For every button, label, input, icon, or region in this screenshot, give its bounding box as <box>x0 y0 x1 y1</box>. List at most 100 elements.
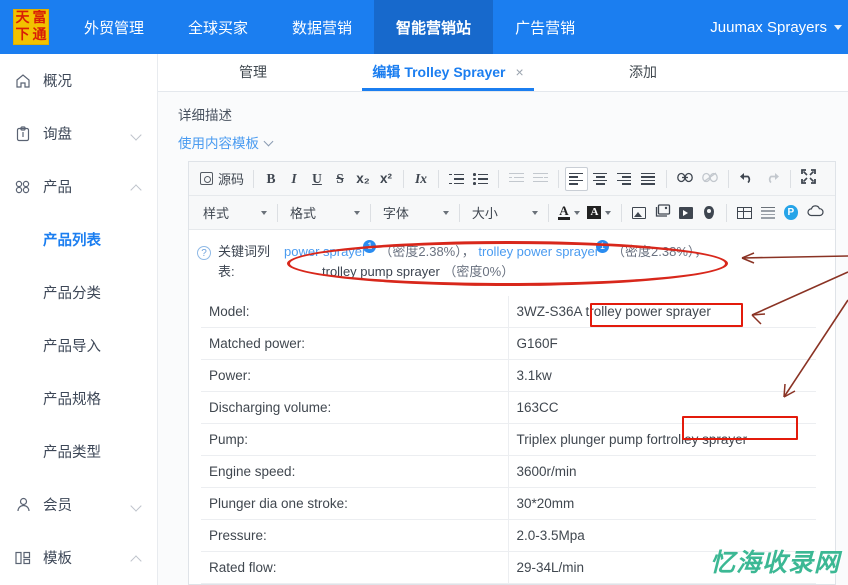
italic-button[interactable]: I <box>283 167 305 191</box>
text-color-button[interactable]: A <box>555 201 583 225</box>
keyword-list-area: ? 关键词列 表: power sprayer1 （密度2.38%）， troll… <box>189 230 835 292</box>
table-row: Plunger dia one stroke: 30*20mm <box>201 487 816 520</box>
keyword-term-trolley-power-sprayer[interactable]: trolley power sprayer <box>478 244 599 259</box>
spec-key: Discharging volume: <box>201 391 509 424</box>
insert-gallery-button[interactable] <box>651 201 674 225</box>
align-left-button[interactable] <box>565 166 589 191</box>
font-dropdown[interactable]: 字体 <box>377 201 453 225</box>
insert-table-button[interactable] <box>733 201 755 225</box>
fullscreen-button[interactable] <box>797 167 820 191</box>
size-dropdown[interactable]: 大小 <box>466 201 542 225</box>
sidebar-subitem-product-spec[interactable]: 产品规格 <box>0 372 157 425</box>
ordered-list-button[interactable] <box>445 167 468 191</box>
toolbar-separator <box>277 203 278 222</box>
sidebar-item-inquiry[interactable]: 询盘 <box>0 107 157 160</box>
tab-manage[interactable]: 管理 <box>158 53 348 91</box>
tab-edit-trolley-sprayer[interactable]: 编辑 Trolley Sprayer × <box>348 53 548 91</box>
spec-value: 3.1kw <box>508 359 816 392</box>
sidebar-item-label: 询盘 <box>43 127 72 143</box>
keyword-term-trolley-pump-sprayer[interactable]: trolley pump sprayer <box>322 264 440 279</box>
page-button[interactable]: P <box>780 201 802 225</box>
table-row: Rated flow: 29-34L/min <box>201 551 816 584</box>
chevron-down-icon <box>132 130 143 137</box>
outdent-icon <box>509 172 525 185</box>
spec-key: Engine speed: <box>201 455 509 488</box>
size-dropdown-label: 大小 <box>471 206 498 221</box>
chevron-down-icon <box>834 24 842 30</box>
app-root: 天 富 下 通 外贸管理 全球买家 数据营销 智能营销站 广告营销 Juumax… <box>0 0 848 585</box>
help-icon[interactable]: ? <box>197 246 211 260</box>
clipboard-icon <box>12 125 34 142</box>
chevron-down-icon <box>605 210 612 215</box>
redo-icon <box>764 170 780 187</box>
close-icon[interactable]: × <box>515 64 523 80</box>
spec-value: G160F <box>508 327 816 360</box>
keyword-badge: 1 <box>363 240 377 253</box>
insert-map-button[interactable] <box>698 201 720 225</box>
spec-value: 3WZ-S36A trolley power sprayer <box>508 296 816 328</box>
spec-value: 30*20mm <box>508 487 816 520</box>
format-dropdown[interactable]: 格式 <box>284 201 364 225</box>
nav-item-foreign-trade[interactable]: 外贸管理 <box>62 0 166 54</box>
insert-image-button[interactable] <box>628 201 650 225</box>
use-content-template-link[interactable]: 使用内容模板 <box>178 132 273 152</box>
underline-button[interactable]: U <box>306 167 328 191</box>
background-color-button[interactable]: A <box>584 201 615 225</box>
table-row: Discharging volume: 163CC <box>201 391 816 424</box>
subscript-button[interactable]: x₂ <box>352 167 374 191</box>
sidebar-item-overview[interactable]: 概况 <box>0 54 157 107</box>
align-right-button[interactable] <box>613 167 636 191</box>
undo-button[interactable] <box>735 167 759 191</box>
sidebar-item-product[interactable]: 产品 <box>0 160 157 213</box>
link-button[interactable] <box>673 167 697 191</box>
editor-toolbar-row-1: 源码 B I U S x₂ x² Ix <box>189 162 835 196</box>
sidebar-subitem-product-list[interactable]: 产品列表 <box>0 213 157 266</box>
spec-key: Model: <box>201 296 509 328</box>
redo-button[interactable] <box>760 167 784 191</box>
strikethrough-button[interactable]: S <box>329 167 351 191</box>
outdent-button[interactable] <box>505 167 528 191</box>
unordered-list-button[interactable] <box>469 167 492 191</box>
insert-video-button[interactable] <box>675 201 697 225</box>
bold-button[interactable]: B <box>260 167 282 191</box>
source-code-button[interactable]: 源码 <box>197 169 247 188</box>
toolbar-separator <box>558 169 560 188</box>
sidebar-item-member[interactable]: 会员 <box>0 478 157 531</box>
keyword-badge: 1 <box>596 240 610 253</box>
spec-value-highlighted: trolley sprayer <box>662 432 748 447</box>
keyword-label-line-1: 关键词列 <box>218 244 271 259</box>
align-center-button[interactable] <box>589 167 612 191</box>
unlink-icon <box>702 171 718 187</box>
spec-key: Rated flow: <box>201 551 509 584</box>
nav-item-ad-marketing[interactable]: 广告营销 <box>493 0 597 54</box>
styles-dropdown[interactable]: 样式 <box>197 201 271 225</box>
remove-format-button[interactable]: Ix <box>410 167 432 191</box>
sidebar-item-template[interactable]: 模板 <box>0 531 157 584</box>
sidebar-subitem-product-category[interactable]: 产品分类 <box>0 266 157 319</box>
sidebar-subitem-product-import[interactable]: 产品导入 <box>0 319 157 372</box>
cloud-button[interactable] <box>803 201 827 225</box>
toolbar-separator <box>369 203 371 222</box>
keyword-term-power-sprayer[interactable]: power sprayer <box>284 244 366 259</box>
unlink-button[interactable] <box>698 167 722 191</box>
chevron-down-icon <box>265 138 273 146</box>
nav-item-smart-marketing-site[interactable]: 智能营销站 <box>374 0 494 54</box>
nav-item-global-buyers[interactable]: 全球买家 <box>166 0 270 54</box>
superscript-button[interactable]: x² <box>375 167 397 191</box>
logo[interactable]: 天 富 下 通 <box>0 0 62 54</box>
toolbar-separator <box>458 203 460 222</box>
toolbar-separator <box>438 169 440 188</box>
tab-add[interactable]: 添加 <box>548 53 738 91</box>
sidebar-subitem-product-type[interactable]: 产品类型 <box>0 425 157 478</box>
source-code-icon <box>200 172 213 185</box>
nav-item-data-marketing[interactable]: 数据营销 <box>270 0 374 54</box>
tab-label-cn: 编辑 <box>372 64 401 80</box>
insert-hr-button[interactable] <box>757 201 779 225</box>
indent-button[interactable] <box>529 167 552 191</box>
align-justify-button[interactable] <box>637 167 660 191</box>
home-icon <box>12 73 34 89</box>
account-menu[interactable]: Juumax Sprayers <box>710 0 848 54</box>
spec-key: Matched power: <box>201 327 509 360</box>
spec-key: Power: <box>201 359 509 392</box>
spec-value: 163CC <box>508 391 816 424</box>
